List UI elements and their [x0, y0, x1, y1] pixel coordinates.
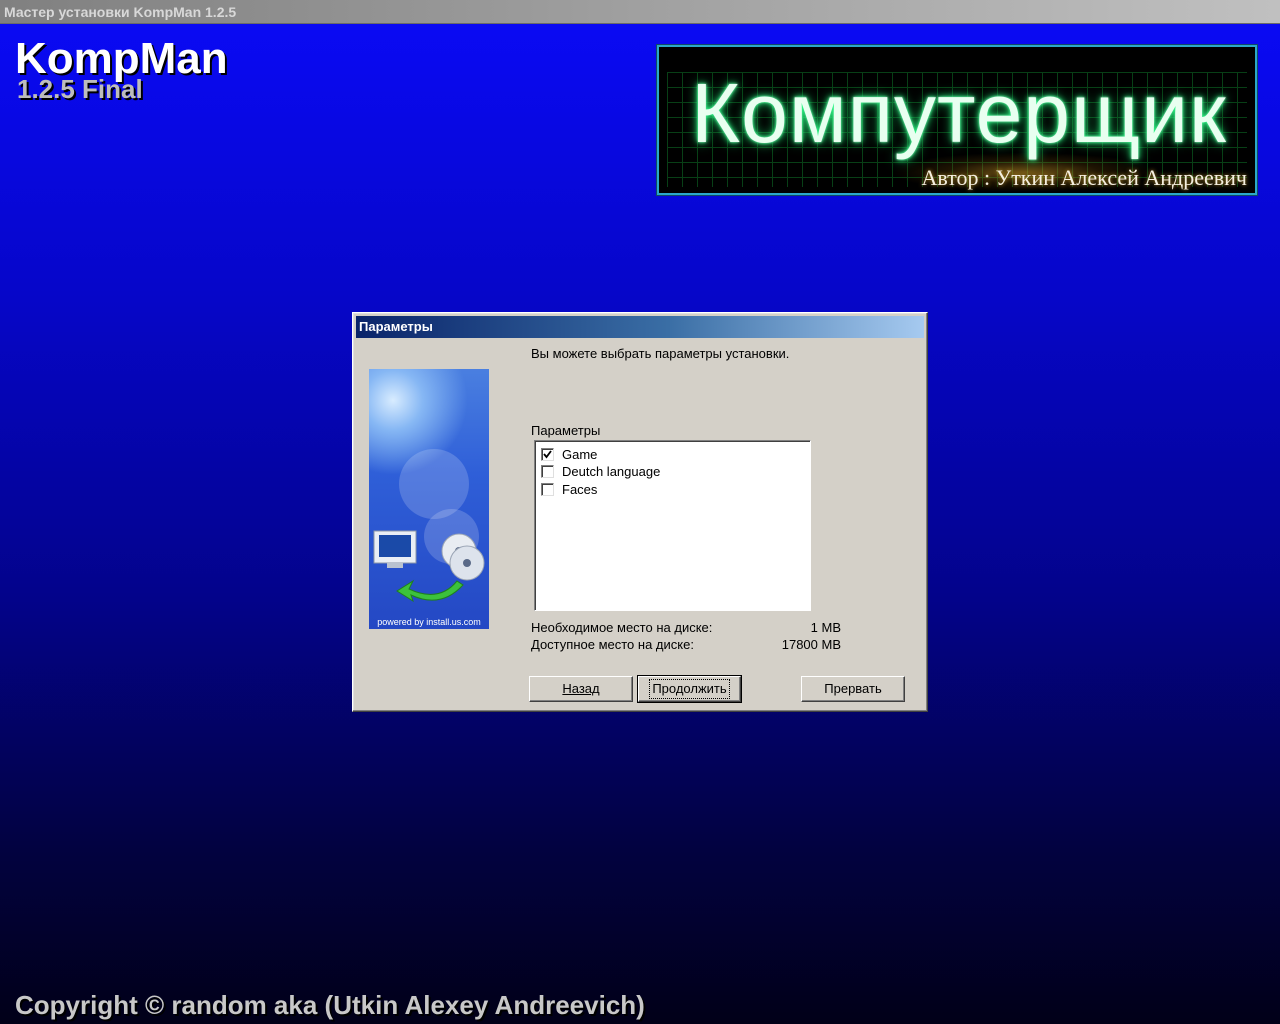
checkbox-faces[interactable] — [541, 483, 554, 496]
sidebar-caption: powered by install.us.com — [377, 617, 481, 627]
app-version: 1.2.5 Final — [17, 74, 143, 104]
next-button-label: Продолжить — [649, 679, 730, 699]
disk-available-row: Доступное место на диске: 17800 MB — [531, 637, 841, 652]
window-titlebar[interactable]: Мастер установки KompMan 1.2.5 — [0, 0, 1280, 24]
back-button[interactable]: Назад — [529, 676, 633, 702]
copyright-text: Copyright © random aka (Utkin Alexey And… — [15, 990, 645, 1020]
disk-required-row: Необходимое место на диске: 1 MB — [531, 620, 841, 635]
option-label: Game — [562, 447, 598, 462]
cancel-button[interactable]: Прервать — [801, 676, 905, 702]
checkmark-icon — [543, 450, 552, 459]
disk-required-value: 1 MB — [810, 620, 841, 635]
setup-dialog: Параметры powered by install.us.com Вы м… — [352, 312, 928, 712]
option-label: Faces — [562, 482, 598, 497]
dialog-titlebar[interactable]: Параметры — [356, 316, 924, 338]
option-label: Deutch language — [562, 464, 661, 479]
option-faces[interactable]: Faces — [541, 481, 597, 498]
disk-available-value: 17800 MB — [781, 637, 841, 652]
next-button[interactable]: Продолжить — [637, 675, 742, 703]
back-button-label: Назад — [562, 681, 600, 696]
checkbox-deutch-language[interactable] — [541, 465, 554, 478]
disk-required-label: Необходимое место на диске: — [531, 620, 713, 635]
sidebar-illustration: powered by install.us.com — [369, 369, 489, 629]
window-title: Мастер установки KompMan 1.2.5 — [4, 4, 237, 20]
logo-banner: Компутерщик Автор : Уткин Алексей Андрее… — [656, 44, 1258, 196]
option-deutch-language[interactable]: Deutch language — [541, 463, 660, 480]
logo-title: Компутерщик — [691, 66, 1227, 160]
checkbox-game[interactable] — [541, 448, 554, 461]
instruction-text: Вы можете выбрать параметры установки. — [531, 346, 790, 361]
dialog-title: Параметры — [359, 319, 433, 334]
cancel-button-label: Прервать — [824, 681, 882, 696]
logo-author: Автор : Уткин Алексей Андреевич — [921, 165, 1247, 190]
decor-bubble — [399, 449, 469, 519]
disk-available-label: Доступное место на диске: — [531, 637, 694, 652]
options-group-label: Параметры — [531, 423, 601, 438]
option-game[interactable]: Game — [541, 446, 597, 463]
computer-cd-install-icon — [373, 530, 485, 603]
options-listbox[interactable]: Game Deutch language Faces — [534, 440, 811, 611]
